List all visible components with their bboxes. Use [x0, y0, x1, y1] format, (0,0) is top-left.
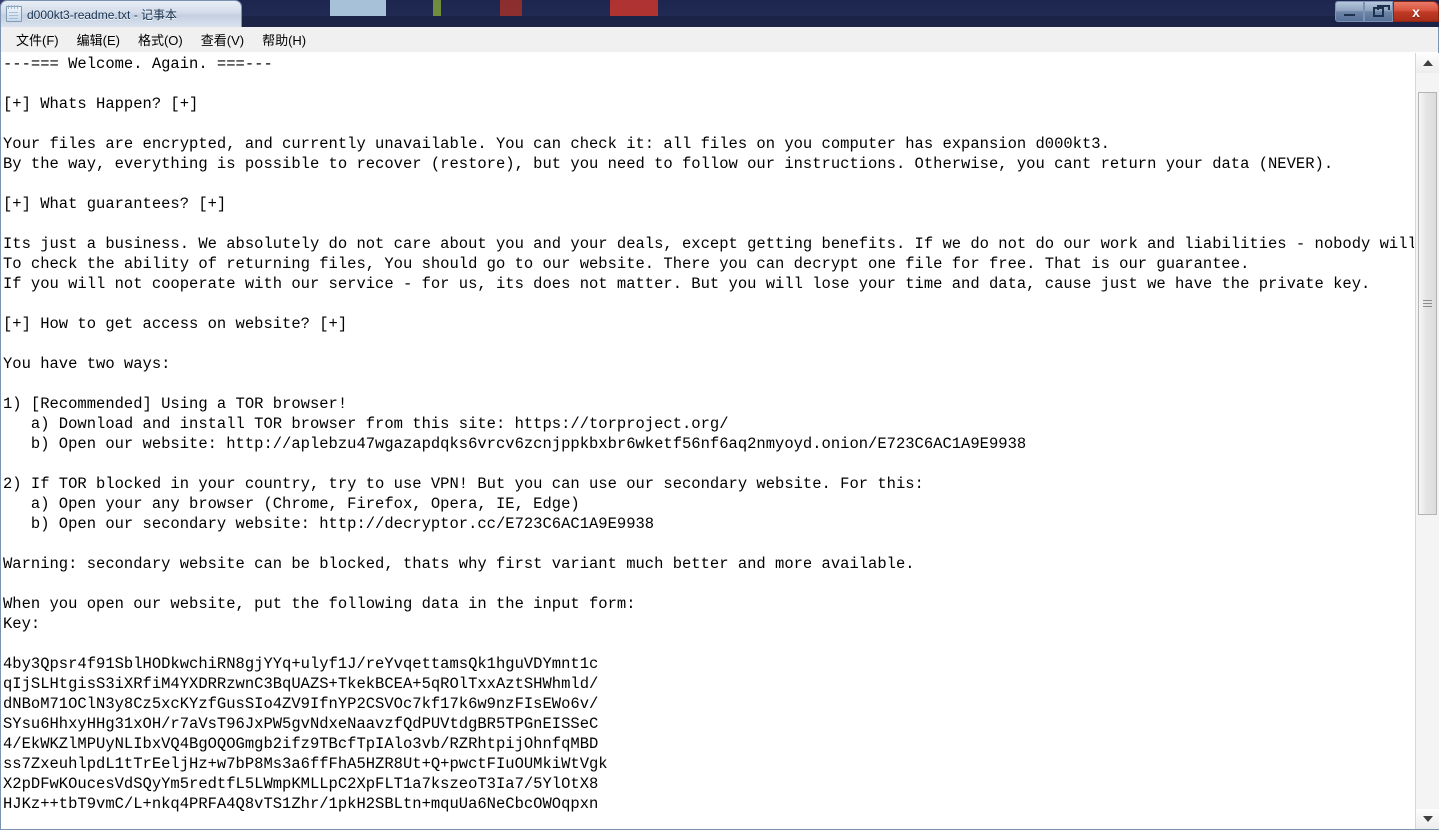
scrollbar-thumb[interactable]: [1418, 92, 1437, 515]
restore-icon: [1373, 4, 1390, 17]
text-line: [3, 374, 1414, 394]
menu-view[interactable]: 查看(V): [192, 27, 253, 52]
text-line: [3, 634, 1414, 654]
text-line: [3, 534, 1414, 554]
text-line: [3, 294, 1414, 314]
text-line: When you open our website, put the follo…: [3, 595, 636, 613]
window-titlebar[interactable]: d000kt3-readme.txt - 记事本: [0, 0, 242, 27]
text-line: b) Open our website: http://aplebzu47wga…: [3, 435, 1027, 453]
minimize-button[interactable]: [1335, 1, 1364, 22]
text-line: 2) If TOR blocked in your country, try t…: [3, 475, 924, 493]
text-line: 4/EkWKZlMPUyNLIbxVQ4BgOQOGmgb2ifz9TBcfTp…: [3, 735, 599, 753]
text-line: [3, 334, 1414, 354]
text-line: To check the ability of returning files,…: [3, 255, 1250, 273]
scroll-up-button[interactable]: [1416, 53, 1439, 73]
text-line: ss7ZxeuhlpdL1tTrEeljHz+w7bP8Ms3a6ffFhA5H…: [3, 755, 608, 773]
text-line: X2pDFwKOucesVdSQyYm5redtfL5LWmpKMLLpC2Xp…: [3, 775, 599, 793]
text-line: Your files are encrypted, and currently …: [3, 135, 1110, 153]
close-button[interactable]: x: [1393, 1, 1439, 22]
text-line: [3, 114, 1414, 134]
text-line: [+] Whats Happen? [+]: [3, 95, 199, 113]
text-line: a) Download and install TOR browser from…: [3, 415, 729, 433]
text-line: [3, 74, 1414, 94]
document-text[interactable]: ---=== Welcome. Again. ===--- [+] Whats H…: [2, 54, 1414, 829]
text-line: [3, 454, 1414, 474]
text-line: You have two ways:: [3, 355, 171, 373]
vertical-scrollbar[interactable]: [1415, 53, 1439, 829]
window-title: d000kt3-readme.txt - 记事本: [27, 7, 178, 22]
grip-icon: [1423, 299, 1432, 308]
text-line: Warning: secondary website can be blocke…: [3, 555, 915, 573]
menu-edit[interactable]: 编辑(E): [68, 27, 129, 52]
menu-format[interactable]: 格式(O): [129, 27, 192, 52]
text-line: qIjSLHtgisS3iXRfiM4YXDRRzwnC3BqUAZS+Tkek…: [3, 675, 599, 693]
text-line: 1) [Recommended] Using a TOR browser!: [3, 395, 348, 413]
menubar: 文件(F) 编辑(E) 格式(O) 查看(V) 帮助(H): [0, 27, 1439, 52]
scroll-down-arrow-icon: [1422, 816, 1433, 822]
text-line: [3, 214, 1414, 234]
maximize-button[interactable]: [1364, 1, 1393, 22]
text-editor-area[interactable]: ---=== Welcome. Again. ===--- [+] Whats H…: [0, 52, 1439, 830]
window-controls: x: [1335, 0, 1439, 26]
notepad-icon: [6, 5, 22, 22]
text-line: [3, 174, 1414, 194]
text-line: b) Open our secondary website: http://de…: [3, 515, 655, 533]
text-line: ---=== Welcome. Again. ===---: [3, 55, 273, 73]
text-line: HJKz++tbT9vmC/L+nkq4PRFA4Q8vTS1Zhr/1pkH2…: [3, 795, 599, 813]
menu-file[interactable]: 文件(F): [7, 27, 68, 52]
text-line: [3, 574, 1414, 594]
text-line: Its just a business. We absolutely do no…: [3, 235, 1414, 253]
text-line: dNBoM71OClN3y8Cz5xcKYzfGusSIo4ZV9IfnYP2C…: [3, 695, 599, 713]
scroll-down-button[interactable]: [1416, 809, 1439, 829]
text-line: SYsu6HhxyHHg31xOH/r7aVsT96JxPW5gvNdxeNaa…: [3, 715, 599, 733]
notepad-window: d000kt3-readme.txt - 记事本 x 文件(F) 编辑(E) 格…: [0, 0, 1439, 830]
menu-help[interactable]: 帮助(H): [253, 27, 315, 52]
text-line: Key:: [3, 615, 41, 633]
close-icon: x: [1412, 3, 1420, 20]
minimize-icon: [1344, 14, 1355, 16]
text-line: 4by3Qpsr4f91SblHODkwchiRN8gjYYq+ulyf1J/r…: [3, 655, 599, 673]
text-line: [+] What guarantees? [+]: [3, 195, 227, 213]
text-line: [+] How to get access on website? [+]: [3, 315, 348, 333]
text-line: By the way, everything is possible to re…: [3, 155, 1334, 173]
scroll-up-arrow-icon: [1422, 60, 1433, 66]
scrollbar-track[interactable]: [1416, 73, 1439, 809]
text-line: a) Open your any browser (Chrome, Firefo…: [3, 495, 580, 513]
text-line: If you will not cooperate with our servi…: [3, 275, 1371, 293]
